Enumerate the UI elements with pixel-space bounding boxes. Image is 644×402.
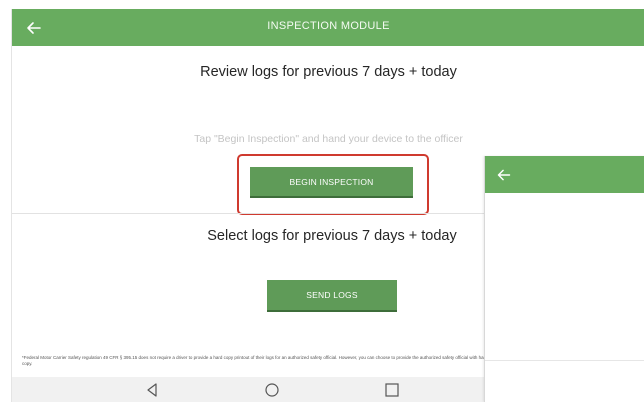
inspection-hint: Tap "Begin Inspection" and hand your dev… [194,133,463,145]
overlay-panel [484,156,644,402]
begin-inspection-button[interactable]: BEGIN INSPECTION [250,167,413,196]
section-divider [12,213,487,214]
recents-square-icon[interactable] [384,382,400,398]
overlay-app-bar [485,156,644,193]
regulation-footnote: *Federal Motor Carrier Safety regulation… [22,355,488,366]
page-title: INSPECTION MODULE [267,20,390,32]
overlay-divider [485,360,644,361]
android-nav-bar [12,377,487,402]
send-logs-button[interactable]: SEND LOGS [267,280,397,310]
arrow-left-icon[interactable] [493,164,515,186]
back-triangle-icon[interactable] [144,382,160,398]
review-logs-heading: Review logs for previous 7 days + today [200,64,457,80]
home-circle-icon[interactable] [264,382,280,398]
app-bar: INSPECTION MODULE [12,9,644,46]
